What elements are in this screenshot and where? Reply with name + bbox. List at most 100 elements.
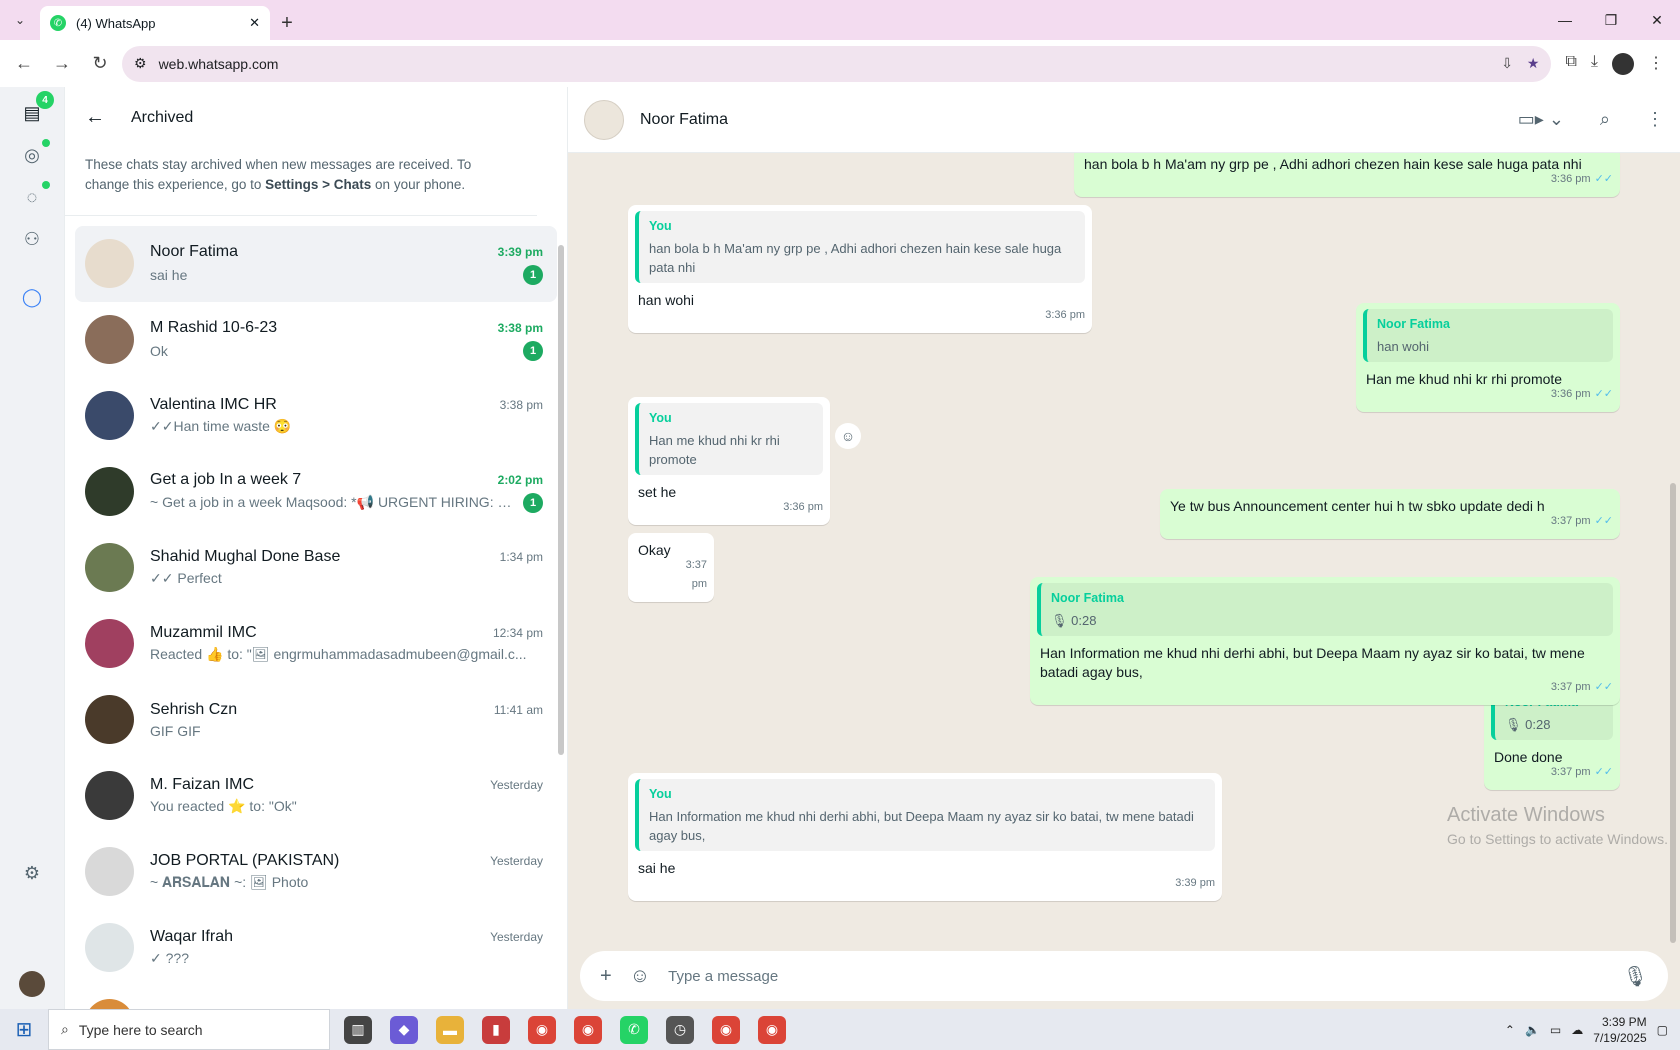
tab-search-chevron-icon[interactable]: ⌄: [0, 0, 40, 40]
message-time: 3:39 pm: [1175, 877, 1215, 889]
minimize-icon[interactable]: —: [1542, 0, 1588, 40]
sidebar-scrollbar[interactable]: [558, 245, 564, 755]
copilot-icon[interactable]: ◆: [390, 1015, 418, 1044]
chat-list-item[interactable]: Get a job In a week 7 2:02 pm ~ Get a jo…: [75, 454, 557, 530]
outgoing-message[interactable]: han bola b h Ma'am ny grp pe , Adhi adho…: [1074, 153, 1620, 197]
browser-tab[interactable]: ✆ (4) WhatsApp ✕: [40, 6, 270, 40]
message-time: 3:36 pm: [783, 501, 823, 513]
chat-time: 11:41 am: [493, 702, 543, 717]
chat-list-item[interactable]: Noor Fatima 3:39 pm sai he 1: [75, 225, 557, 302]
settings-gear-icon[interactable]: ⚙: [18, 859, 46, 887]
windows-start-icon[interactable]: ⊞: [0, 1009, 48, 1050]
close-window-icon[interactable]: ✕: [1634, 0, 1680, 40]
quoted-text: han wohi: [1377, 339, 1430, 354]
onedrive-icon[interactable]: ☁: [1571, 1023, 1583, 1037]
search-icon[interactable]: ⌕: [1600, 109, 1610, 130]
network-icon[interactable]: ▭: [1550, 1023, 1561, 1037]
message-time: 3:36 pm: [1550, 388, 1591, 400]
messages-scrollbar[interactable]: [1670, 483, 1676, 943]
message-time: 3:37 pm: [685, 559, 707, 590]
chat-list-item[interactable]: Valentina IMC HR 3:38 pm ✓✓Han time wast…: [75, 378, 557, 454]
file-explorer-icon[interactable]: ▬: [436, 1015, 464, 1044]
chat-list-item[interactable]: M. Faizan IMC Yesterday You reacted ⭐ to…: [75, 758, 557, 834]
chat-avatar: [85, 847, 134, 897]
quoted-message[interactable]: You Han Information me khud nhi derhi ab…: [635, 779, 1215, 851]
outgoing-message[interactable]: Noor Fatima han wohi Han me khud nhi kr r…: [1356, 303, 1620, 412]
chat-list-item[interactable]: Old student of Al Madani Yesterday: [75, 986, 557, 1009]
chat-avatar: [85, 923, 134, 973]
quoted-text: Han Information me khud nhi derhi abhi, …: [649, 809, 1194, 843]
restore-icon[interactable]: ❐: [1588, 0, 1634, 40]
install-app-icon[interactable]: ⇩: [1501, 55, 1513, 72]
chrome-icon[interactable]: ◉: [574, 1015, 602, 1044]
bookmark-star-icon[interactable]: ★: [1527, 55, 1540, 72]
archived-header: ← Archived: [65, 87, 567, 149]
back-arrow-icon[interactable]: ←: [8, 48, 40, 80]
microphone-icon[interactable]: 🎙: [1623, 964, 1648, 989]
outgoing-message[interactable]: Noor Fatima 🎙 0:28 Han Information me khu…: [1030, 577, 1620, 705]
taskbar-search[interactable]: ⌕ Type here to search: [48, 1009, 330, 1050]
new-tab-button[interactable]: +: [270, 6, 304, 40]
chrome-icon[interactable]: ◉: [758, 1015, 786, 1044]
archived-panel: ← Archived These chats stay archived whe…: [65, 87, 568, 1009]
notifications-icon[interactable]: ▢: [1657, 1023, 1668, 1037]
message-time: 3:36 pm: [1045, 309, 1085, 321]
site-settings-icon[interactable]: ⚙: [134, 55, 147, 72]
chat-list-item[interactable]: Muzammil IMC 12:34 pm Reacted 👍 to: "🖼 e…: [75, 606, 557, 682]
chat-time: 3:39 pm: [497, 244, 543, 259]
chrome-icon[interactable]: ◉: [712, 1015, 740, 1044]
browser-menu-icon[interactable]: ⋮: [1648, 53, 1664, 75]
whatsapp-icon[interactable]: ✆: [620, 1015, 648, 1044]
chat-body: Sehrish Czn 11:41 am GIF GIF: [150, 701, 543, 739]
chat-list-item[interactable]: JOB PORTAL (PAKISTAN) Yesterday ~ 𝐀𝐑𝐒𝐀𝐋𝐀…: [75, 834, 557, 910]
meta-ai-icon[interactable]: ◯: [18, 283, 46, 311]
outgoing-message[interactable]: Ye tw bus Announcement center hui h tw s…: [1160, 489, 1620, 539]
quoted-message[interactable]: You han bola b h Ma'am ny grp pe , Adhi …: [635, 211, 1085, 283]
message-input[interactable]: [668, 967, 1605, 985]
react-emoji-icon[interactable]: ☺: [835, 423, 861, 449]
incoming-message[interactable]: You han bola b h Ma'am ny grp pe , Adhi …: [628, 205, 1092, 333]
quoted-message[interactable]: Noor Fatima 🎙 0:28: [1037, 583, 1613, 636]
tray-chevron-icon[interactable]: ⌃: [1505, 1023, 1515, 1037]
chat-list-item[interactable]: Sehrish Czn 11:41 am GIF GIF: [75, 682, 557, 758]
tab-close-icon[interactable]: ✕: [249, 15, 260, 31]
taskbar-clock[interactable]: 3:39 PM 7/19/2025: [1593, 1014, 1646, 1046]
contact-name[interactable]: Noor Fatima: [640, 111, 1502, 129]
channels-dot: [42, 181, 50, 189]
volume-icon[interactable]: 🔈: [1525, 1023, 1540, 1037]
contact-avatar[interactable]: [584, 99, 624, 140]
incoming-message[interactable]: You Han Information me khud nhi derhi ab…: [628, 773, 1222, 901]
incoming-message[interactable]: You Han me khud nhi kr rhi promote set he…: [628, 397, 830, 525]
extensions-icon[interactable]: ⧉: [1565, 53, 1576, 75]
compose-bar: + ☺ 🎙: [568, 943, 1680, 1009]
browser-toolbar: ← → ↻ ⚙ web.whatsapp.com ⇩ ★ ⧉ ⤓ ⋮: [0, 40, 1680, 87]
menu-icon[interactable]: ⋮: [1646, 109, 1664, 130]
channels-icon[interactable]: ◌: [18, 181, 50, 211]
chats-icon[interactable]: ▤ 4: [18, 91, 54, 127]
sticker-icon[interactable]: ☺: [630, 965, 650, 988]
quoted-message[interactable]: You Han me khud nhi kr rhi promote: [635, 403, 823, 475]
address-bar[interactable]: ⚙ web.whatsapp.com ⇩ ★: [122, 45, 1552, 82]
chat-name: Muzammil IMC: [150, 624, 257, 642]
downloads-icon[interactable]: ⤓: [1591, 53, 1598, 75]
chrome-icon[interactable]: ◉: [528, 1015, 556, 1044]
communities-icon[interactable]: ⚇: [18, 225, 46, 253]
status-icon[interactable]: ◎: [18, 139, 50, 169]
profile-avatar[interactable]: [1612, 52, 1634, 75]
chat-list-item[interactable]: Waqar Ifrah Yesterday ✓ ???: [75, 910, 557, 986]
quoted-message[interactable]: Noor Fatima han wohi: [1363, 309, 1613, 362]
task-view-icon[interactable]: ▥: [344, 1015, 372, 1044]
chat-list-item[interactable]: Shahid Mughal Done Base 1:34 pm ✓✓ Perfe…: [75, 530, 557, 606]
app-icon[interactable]: ▮: [482, 1015, 510, 1044]
attach-plus-icon[interactable]: +: [600, 965, 612, 988]
my-profile-avatar[interactable]: [19, 971, 45, 997]
chat-name: Shahid Mughal Done Base: [150, 548, 341, 566]
chat-preview: ✓✓Han time waste 😳: [150, 418, 292, 435]
reload-icon[interactable]: ↻: [84, 48, 116, 80]
video-call-icon[interactable]: ▭▸ ⌄: [1518, 109, 1564, 130]
forward-arrow-icon[interactable]: →: [46, 48, 78, 80]
clock-app-icon[interactable]: ◷: [666, 1015, 694, 1044]
incoming-message[interactable]: Okay 3:37 pm: [628, 533, 714, 602]
back-arrow-icon[interactable]: ←: [85, 106, 105, 129]
chat-list-item[interactable]: M Rashid 10-6-23 3:38 pm Ok 1: [75, 302, 557, 378]
